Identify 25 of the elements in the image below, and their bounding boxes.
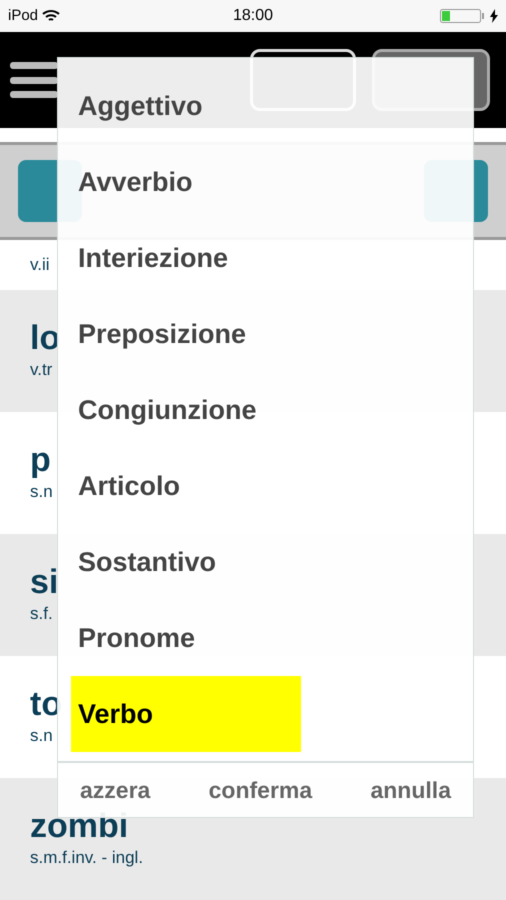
entry-word: si [30,563,58,602]
picker-option[interactable]: Interiezione [71,220,301,296]
entry-word: p [30,441,51,480]
charging-icon [490,9,498,23]
entry-info: s.n [30,481,53,504]
entry-info: s.n [30,725,53,748]
entry-word: lo [30,319,60,358]
entry-info: s.m.f.inv. - ingl. [30,847,144,870]
battery-icon [440,9,486,23]
entry-word: zombi [30,807,128,846]
clock: 18:00 [232,6,274,26]
picker-option[interactable]: Aggettivo [71,68,301,144]
entry-info: v.tr [30,359,52,382]
picker-option[interactable]: Congiunzione [71,372,301,448]
picker-option[interactable]: Pronome [71,600,301,676]
picker-option[interactable]: Sostantivo [71,524,301,600]
menu-icon[interactable] [10,60,58,100]
picker-option[interactable]: Preposizione [71,296,301,372]
entry-info: v.ii [30,254,50,276]
device-name: iPod [8,6,38,26]
entry-info: s.f. [30,603,53,626]
wifi-icon [42,9,60,23]
entry-word: to [30,685,62,724]
picker-option[interactable]: Verbo [71,676,301,752]
picker-option[interactable]: Articolo [71,448,301,524]
